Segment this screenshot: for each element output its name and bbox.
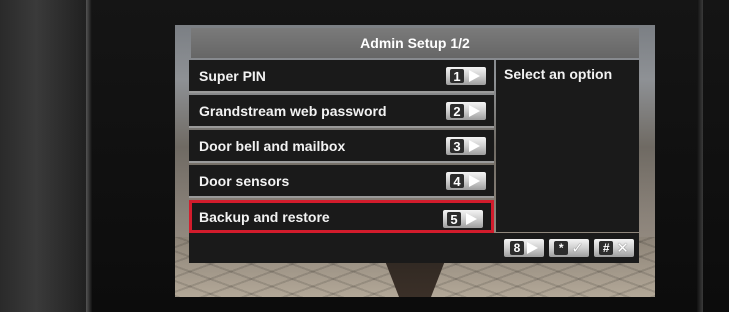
key-5-button[interactable]: 5: [443, 210, 483, 228]
right-arrow-icon: [469, 105, 480, 117]
menu-item-door-sensors[interactable]: Door sensors 4: [189, 165, 494, 198]
key-symbol: *: [554, 241, 569, 255]
right-arrow-icon: [466, 213, 477, 225]
menu-title-bar: Admin Setup 1/2: [191, 28, 639, 58]
menu-item-web-password[interactable]: Grandstream web password 2: [189, 95, 494, 128]
menu-item-door-bell-mailbox[interactable]: Door bell and mailbox 3: [189, 130, 494, 163]
key-symbol: #: [599, 241, 614, 255]
menu-item-label: Door bell and mailbox: [199, 137, 346, 154]
menu-title: Admin Setup 1/2: [360, 35, 470, 51]
menu-item-label: Super PIN: [199, 67, 266, 84]
menu-item-label: Door sensors: [199, 172, 290, 189]
menu-item-backup-restore[interactable]: Backup and restore 5: [189, 200, 494, 233]
key-symbol: 8: [510, 241, 524, 255]
key-number: 3: [450, 139, 464, 154]
key-4-button[interactable]: 4: [446, 172, 486, 190]
key-3-button[interactable]: 3: [446, 137, 486, 155]
cancel-button[interactable]: # ✕: [594, 239, 634, 257]
menu-item-super-pin[interactable]: Super PIN 1: [189, 60, 494, 93]
hint-panel: Select an option: [496, 60, 639, 232]
menu-item-label: Backup and restore: [199, 208, 330, 225]
key-number: 5: [447, 212, 461, 227]
next-page-button[interactable]: 8: [504, 239, 544, 257]
menu-item-label: Grandstream web password: [199, 102, 387, 119]
confirm-button[interactable]: * ✓: [549, 239, 589, 257]
right-arrow-icon: [469, 140, 480, 152]
key-2-button[interactable]: 2: [446, 102, 486, 120]
door-station-display: Admin Setup 1/2 Super PIN 1 Grandstream …: [175, 25, 655, 297]
admin-menu: Super PIN 1 Grandstream web password 2 D…: [189, 60, 494, 235]
key-1-button[interactable]: 1: [446, 67, 486, 85]
key-number: 1: [450, 69, 464, 84]
key-number: 4: [450, 174, 464, 189]
next-arrow-icon: [527, 242, 538, 254]
right-arrow-icon: [469, 175, 480, 187]
footer-keys: 8 * ✓ # ✕: [189, 233, 639, 263]
device-bezel-left: [0, 0, 90, 312]
checkmark-icon: ✓: [571, 240, 584, 257]
device-bezel-edge-right: [697, 0, 703, 312]
hint-text: Select an option: [504, 66, 613, 82]
close-icon: ✕: [616, 240, 629, 257]
right-arrow-icon: [469, 70, 480, 82]
key-number: 2: [450, 104, 464, 119]
